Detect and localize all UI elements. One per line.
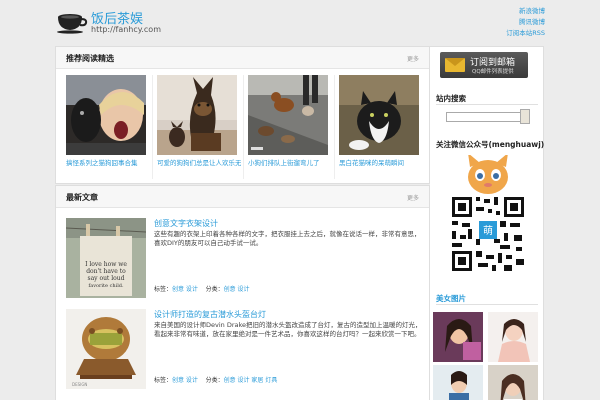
divider	[152, 75, 153, 179]
latest-more-link[interactable]: 更多	[407, 193, 419, 202]
divider	[436, 104, 538, 105]
latest-title: 最新文章	[66, 193, 98, 202]
recommend-item[interactable]: 搞怪系列之猫狗囧事合集	[66, 75, 150, 179]
recommend-caption[interactable]: 搞怪系列之猫狗囧事合集	[66, 157, 150, 167]
tag-links[interactable]: 创意 设计	[172, 377, 198, 384]
teacup-icon[interactable]	[56, 10, 88, 34]
article-item: DESIGN 设计师打造的复古潜水头盔台灯 来自美国的设计师Devin Drak…	[66, 309, 422, 391]
svg-text:DESIGN: DESIGN	[72, 382, 87, 387]
recommend-caption[interactable]: 小狗们排队上街遛弯儿了	[248, 157, 332, 167]
category-links[interactable]: 创意 设计 家居 灯具	[224, 377, 278, 384]
recommend-thumbnail[interactable]	[339, 75, 419, 155]
weibo-tencent-link[interactable]: 腾讯微博	[506, 17, 545, 28]
site-header: 饭后茶娱 http://fanhcy.com 新浪微博 腾讯微博 订阅本站RSS	[0, 0, 600, 44]
site-url: http://fanhcy.com	[91, 25, 161, 34]
rss-link[interactable]: 订阅本站RSS	[506, 28, 545, 39]
divider	[334, 75, 335, 179]
latest-panel-header: 最新文章 更多	[56, 186, 429, 208]
recommend-more-link[interactable]: 更多	[407, 54, 419, 63]
wechat-qr-panel: 萌	[438, 153, 538, 277]
tag-label: 标签：	[154, 286, 173, 293]
girl-photo[interactable]	[433, 365, 483, 400]
recommend-item[interactable]: 可爱的狗狗们总是让人欢乐无比	[157, 75, 241, 179]
svg-text:don't have to: don't have to	[86, 268, 126, 275]
search-button[interactable]	[520, 109, 530, 124]
top-links: 新浪微博 腾讯微博 订阅本站RSS	[506, 6, 545, 39]
article-summary: 来自美国的设计师Devin Drake把旧的潜水头盔改造成了台灯，复古的造型加上…	[154, 321, 422, 338]
divider	[243, 75, 244, 179]
tag-label: 标签：	[154, 377, 173, 384]
search-title: 站内搜索	[436, 94, 466, 103]
recommend-thumbnail[interactable]	[66, 75, 146, 155]
recommend-item[interactable]: 小狗们排队上街遛弯儿了	[248, 75, 332, 179]
svg-text:favorite child.: favorite child.	[88, 283, 124, 289]
recommend-title: 推荐阅读精选	[66, 54, 114, 63]
recommend-caption[interactable]: 黑白花猫咪的呆萌瞬间	[339, 157, 423, 167]
article-meta: 标签：创意 设计 分类：创意 设计 家居 灯具	[154, 375, 277, 384]
divider	[436, 304, 538, 305]
category-links[interactable]: 创意 设计	[224, 286, 250, 293]
search-input[interactable]	[446, 112, 522, 122]
article-item: I love how we don't have to say out loud…	[66, 218, 421, 300]
latest-panel: 最新文章 更多 I love how we don't have to say …	[55, 185, 430, 400]
weibo-sina-link[interactable]: 新浪微博	[506, 6, 545, 17]
wechat-qr-code: 萌	[450, 153, 526, 273]
envelope-icon	[445, 58, 465, 72]
wechat-title: 关注微信公众号(menghuawj)	[436, 140, 545, 149]
recommend-thumbnail[interactable]	[248, 75, 328, 155]
category-label: 分类：	[205, 377, 224, 384]
girl-photo[interactable]	[433, 312, 483, 362]
article-summary: 这些有趣的衣架上印着各种各样的文字，把衣服挂上去之后，就像在说话一样，非常有意思…	[154, 230, 421, 247]
girl-photo[interactable]	[488, 365, 538, 400]
svg-text:say out loud: say out loud	[88, 275, 125, 282]
article-thumbnail[interactable]: I love how we don't have to say out loud…	[66, 218, 146, 298]
subscribe-email-button[interactable]: 订阅到邮箱 QQ邮件列表提供	[440, 52, 528, 78]
article-title[interactable]: 创意文字衣架设计	[154, 218, 218, 229]
subscribe-sublabel: QQ邮件列表提供	[472, 69, 514, 75]
recommend-caption[interactable]: 可爱的狗狗们总是让人欢乐无比	[157, 157, 241, 167]
recommend-panel-header: 推荐阅读精选 更多	[56, 47, 429, 69]
recommend-item[interactable]: 黑白花猫咪的呆萌瞬间	[339, 75, 423, 179]
article-title[interactable]: 设计师打造的复古潜水头盔台灯	[154, 309, 266, 320]
svg-text:I love how we: I love how we	[85, 261, 127, 268]
girls-title: 美女图片	[436, 294, 466, 303]
girl-photo[interactable]	[488, 312, 538, 362]
recommend-panel: 推荐阅读精选 更多 搞怪系列之猫狗囧事合集 可爱的狗狗们总是让人欢乐无比 小狗们…	[55, 46, 430, 184]
category-label: 分类：	[205, 286, 224, 293]
article-thumbnail[interactable]: DESIGN	[66, 309, 146, 389]
article-meta: 标签：创意 设计 分类：创意 设计	[154, 284, 250, 293]
tag-links[interactable]: 创意 设计	[172, 286, 198, 293]
recommend-thumbnail[interactable]	[157, 75, 237, 155]
svg-text:萌: 萌	[483, 224, 493, 237]
